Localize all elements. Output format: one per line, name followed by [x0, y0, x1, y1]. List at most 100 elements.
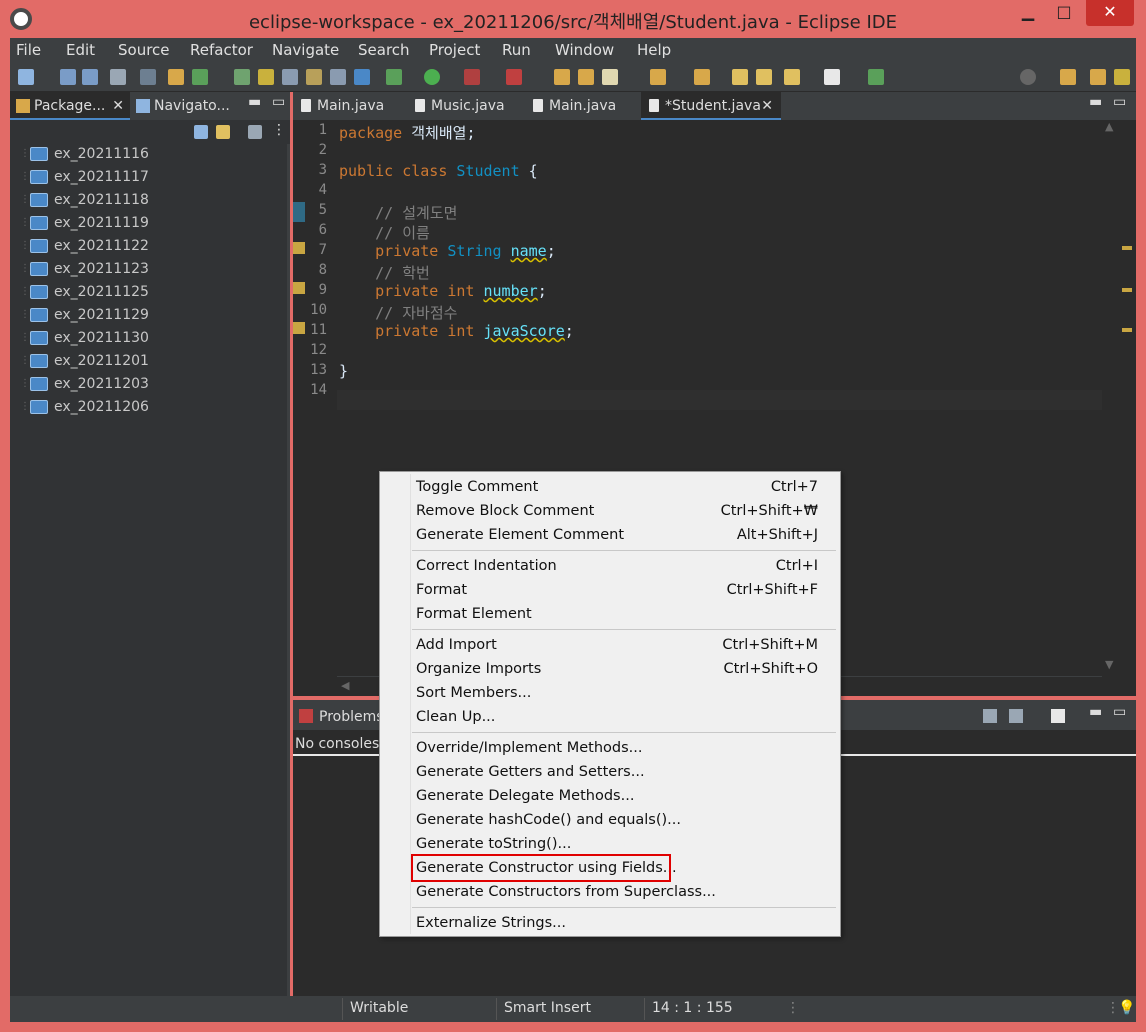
vertical-scrollbar[interactable]: ▲ ▼: [1102, 120, 1120, 676]
menu-file[interactable]: File: [16, 41, 41, 59]
warning-icon[interactable]: [293, 282, 305, 294]
explorer-toolbar: ⋮: [10, 120, 290, 144]
menu-navigate[interactable]: Navigate: [272, 41, 339, 59]
minimize-view-icon[interactable]: ▬: [248, 94, 261, 110]
console-status: No consoles: [295, 736, 380, 752]
menu-item-toggle-comment[interactable]: Toggle Comment Ctrl+7: [416, 476, 836, 500]
close-button[interactable]: ✕: [1086, 0, 1134, 26]
filter-icon[interactable]: [248, 125, 262, 139]
maximize-editor-icon[interactable]: ▭: [1113, 94, 1126, 110]
menu-item-externalize-strings[interactable]: Externalize Strings...: [416, 912, 836, 936]
menu-item-format-element[interactable]: Format Element: [416, 603, 836, 627]
menu-item-generate-hashcode-equals[interactable]: Generate hashCode() and equals()...: [416, 809, 836, 833]
tab-student-java[interactable]: *Student.java ✕: [641, 92, 781, 120]
coverage-icon[interactable]: [464, 69, 480, 85]
new-java-project-icon[interactable]: [168, 69, 184, 85]
link-with-editor-icon[interactable]: [216, 125, 230, 139]
close-tab-icon[interactable]: ✕: [761, 98, 773, 114]
scroll-left-icon[interactable]: ◀: [341, 679, 349, 692]
warning-icon[interactable]: [293, 242, 305, 254]
maximize-view-icon[interactable]: ▭: [272, 94, 285, 110]
pencil-icon[interactable]: [602, 69, 618, 85]
display-console-icon[interactable]: [1009, 709, 1023, 723]
menu-item-generate-getters-setters[interactable]: Generate Getters and Setters...: [416, 761, 836, 785]
open-type-icon[interactable]: [234, 69, 250, 85]
block-selection-icon[interactable]: [282, 69, 298, 85]
menu-item-add-import[interactable]: Add Import Ctrl+Shift+M: [416, 634, 836, 658]
skip-breakpoints-icon[interactable]: [140, 69, 156, 85]
tab-problems[interactable]: Problems: [319, 709, 384, 725]
run-icon[interactable]: [424, 69, 440, 85]
open-folder-icon[interactable]: [554, 69, 570, 85]
menu-item-generate-constructors-from-superclass[interactable]: Generate Constructors from Superclass...: [416, 881, 836, 905]
overview-warning-marker[interactable]: [1122, 328, 1132, 332]
debug-icon[interactable]: [386, 69, 402, 85]
menu-item-clean-up[interactable]: Clean Up...: [416, 706, 836, 730]
menu-project[interactable]: Project: [429, 41, 480, 59]
pilcrow-icon[interactable]: [354, 69, 370, 85]
console-icon[interactable]: [868, 69, 884, 85]
previous-annotation-icon[interactable]: [694, 69, 710, 85]
overview-warning-marker[interactable]: [1122, 288, 1132, 292]
forward-icon[interactable]: [824, 69, 840, 85]
minimize-editor-icon[interactable]: ▬: [1089, 94, 1102, 110]
menu-run[interactable]: Run: [502, 41, 531, 59]
menu-refactor[interactable]: Refactor: [190, 41, 253, 59]
scroll-down-icon[interactable]: ▼: [1105, 658, 1113, 671]
open-task-icon[interactable]: [578, 69, 594, 85]
lightbulb-icon[interactable]: 💡: [1118, 1000, 1135, 1016]
tab-navigator[interactable]: Navigato...: [130, 92, 250, 120]
menu-edit[interactable]: Edit: [66, 41, 95, 59]
save-icon[interactable]: [60, 69, 76, 85]
new-console-icon[interactable]: [1051, 709, 1065, 723]
menu-item-remove-block-comment[interactable]: Remove Block Comment Ctrl+Shift+₩: [416, 500, 836, 524]
maximize-button[interactable]: □: [1048, 0, 1080, 26]
next-annotation-icon[interactable]: [650, 69, 666, 85]
toggle-mark-occurrences-icon[interactable]: [258, 69, 274, 85]
folder-icon: [30, 262, 48, 276]
tab-main-java-1[interactable]: Main.java: [293, 92, 407, 120]
menu-item-sort-members[interactable]: Sort Members...: [416, 682, 836, 706]
menu-window[interactable]: Window: [555, 41, 614, 59]
view-menu-icon[interactable]: ⋮: [272, 122, 286, 138]
open-console-icon[interactable]: [983, 709, 997, 723]
search-icon[interactable]: [1020, 69, 1036, 85]
print-icon[interactable]: [110, 69, 126, 85]
new-package-icon[interactable]: [192, 69, 208, 85]
menu-separator: [412, 550, 836, 551]
menu-item-generate-element-comment[interactable]: Generate Element Comment Alt+Shift+J: [416, 524, 836, 548]
java-perspective-icon[interactable]: [1090, 69, 1106, 85]
menu-search[interactable]: Search: [358, 41, 410, 59]
code-line-8: // 학번: [339, 264, 430, 282]
menu-help[interactable]: Help: [637, 41, 671, 59]
java-file-icon: [415, 99, 425, 112]
word-wrap-icon[interactable]: [306, 69, 322, 85]
menu-item-override-implement-methods[interactable]: Override/Implement Methods...: [416, 737, 836, 761]
debug-perspective-icon[interactable]: [1114, 69, 1130, 85]
minimize-panel-icon[interactable]: ▬: [1089, 704, 1102, 720]
menu-item-organize-imports[interactable]: Organize Imports Ctrl+Shift+O: [416, 658, 836, 682]
menu-item-correct-indentation[interactable]: Correct Indentation Ctrl+I: [416, 555, 836, 579]
scroll-up-icon[interactable]: ▲: [1105, 120, 1113, 133]
last-edit-location-icon[interactable]: [732, 69, 748, 85]
tab-main-java-2[interactable]: Main.java: [525, 92, 641, 120]
close-tab-icon[interactable]: ✕: [112, 98, 124, 114]
open-perspective-icon[interactable]: [1060, 69, 1076, 85]
maximize-panel-icon[interactable]: ▭: [1113, 704, 1126, 720]
overview-warning-marker[interactable]: [1122, 246, 1132, 250]
back-arrow-icon[interactable]: [756, 69, 772, 85]
minimize-button[interactable]: ▁: [1012, 0, 1044, 26]
tab-package-explorer[interactable]: Package... ✕: [10, 92, 130, 120]
collapse-all-icon[interactable]: [194, 125, 208, 139]
save-all-icon[interactable]: [82, 69, 98, 85]
forward-arrow-icon[interactable]: [784, 69, 800, 85]
tab-music-java[interactable]: Music.java: [407, 92, 525, 120]
warning-icon[interactable]: [293, 322, 305, 334]
external-tools-icon[interactable]: [506, 69, 522, 85]
menu-item-format[interactable]: Format Ctrl+Shift+F: [416, 579, 836, 603]
show-whitespace-icon[interactable]: [330, 69, 346, 85]
menu-item-generate-delegate-methods[interactable]: Generate Delegate Methods...: [416, 785, 836, 809]
code-line-6: // 이름: [339, 224, 430, 242]
new-icon[interactable]: [18, 69, 34, 85]
menu-source[interactable]: Source: [118, 41, 170, 59]
